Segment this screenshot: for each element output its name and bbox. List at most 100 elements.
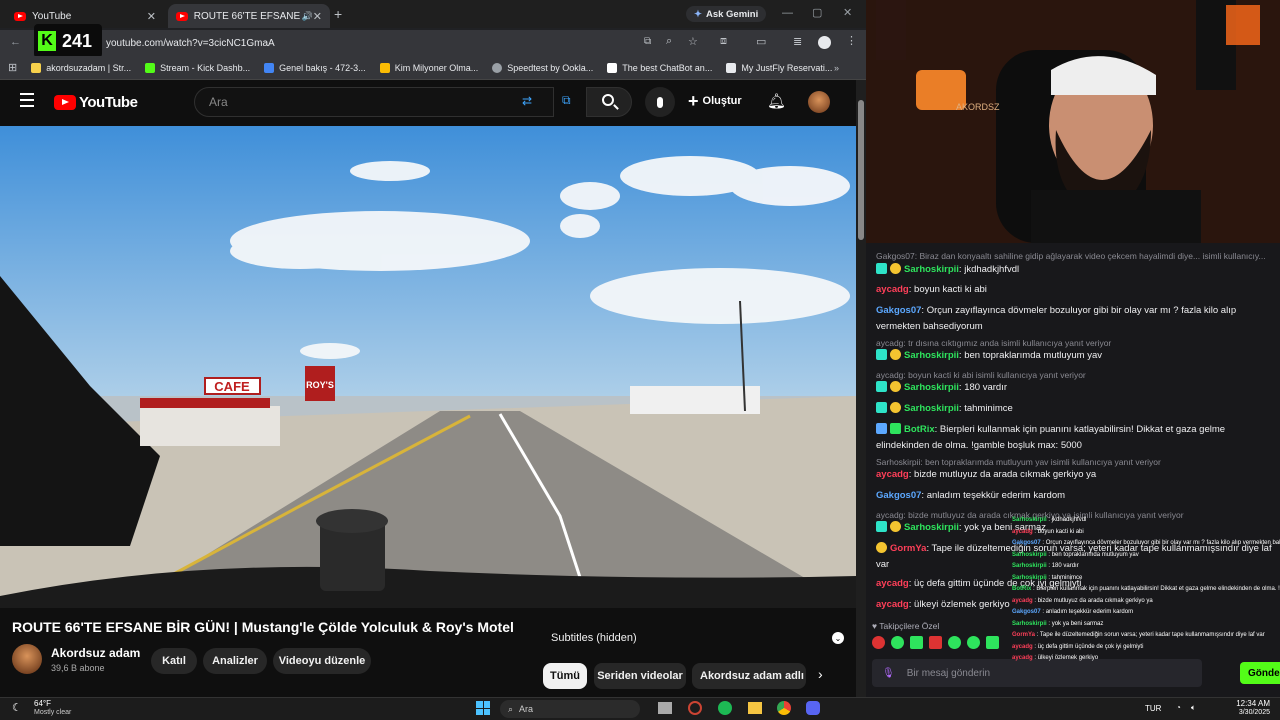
tab-bar: YouTube ✕ ROUTE 66'TE EFSANE BİR G 🔊 ✕ +… bbox=[0, 0, 866, 28]
overlay-chat-text: üç defa gittim üçünde de çok iyi gelmiyt… bbox=[1037, 643, 1144, 650]
analytics-button[interactable]: Analizler bbox=[203, 648, 267, 674]
subtitles-label: Subtitles (hidden) bbox=[551, 632, 637, 644]
scrollbar-thumb[interactable] bbox=[858, 100, 864, 240]
overlay-chat-user: aycadg bbox=[1012, 597, 1033, 604]
volume-icon[interactable]: 🔈︎ bbox=[1191, 703, 1196, 713]
apps-grid-icon[interactable]: ⊞ bbox=[8, 61, 17, 74]
new-tab-icon[interactable]: + bbox=[334, 6, 342, 22]
url-field[interactable]: youtube.com/watch?v=3cicNC1GmaA bbox=[100, 33, 640, 53]
close-window-icon[interactable]: ✕ bbox=[843, 6, 852, 19]
filter-chip-all[interactable]: Tümü bbox=[543, 663, 587, 689]
bookmark-item[interactable]: My JustFly Reservati... bbox=[726, 62, 832, 73]
wifi-icon[interactable]: ◔ bbox=[1176, 703, 1181, 712]
bookmark-label: Speedtest by Ookla... bbox=[507, 62, 594, 73]
filter-chip-channel[interactable]: Akordsuz adam adlı y bbox=[692, 663, 806, 689]
page-scrollbar[interactable] bbox=[856, 80, 866, 697]
account-avatar[interactable] bbox=[808, 91, 830, 113]
more-bookmarks-icon[interactable]: » bbox=[834, 63, 839, 73]
back-icon[interactable]: ← bbox=[10, 36, 21, 48]
overlay-chat-line: aycadg : ülkeyi özlemek gerkiyo bbox=[1012, 653, 1280, 665]
chat-message: Sarhoskirpii: jkdhadkjhfvdl bbox=[876, 262, 1276, 278]
create-button[interactable]: + Oluştur bbox=[688, 92, 742, 110]
webcam-feed: AKORDSZ bbox=[866, 0, 1280, 243]
gemini-icon: ✦ bbox=[694, 8, 702, 20]
extension-icon[interactable]: ⧉ bbox=[562, 93, 571, 108]
chrome-icon[interactable] bbox=[777, 701, 791, 715]
notifications-bell-icon[interactable]: 🔔︎ bbox=[767, 92, 786, 110]
task-view-icon[interactable] bbox=[658, 702, 672, 714]
file-explorer-icon[interactable] bbox=[748, 702, 762, 714]
join-button[interactable]: Katıl bbox=[151, 648, 197, 674]
hamburger-menu-icon[interactable] bbox=[20, 93, 34, 107]
chevron-right-icon[interactable]: › bbox=[818, 666, 823, 682]
viewer-count: 241 bbox=[62, 30, 93, 51]
channel-name[interactable]: Akordsuz adam bbox=[51, 646, 140, 660]
tab-video[interactable]: ROUTE 66'TE EFSANE BİR G 🔊 ✕ bbox=[168, 4, 330, 28]
zoom-icon[interactable]: ⌕ bbox=[666, 35, 672, 48]
overlay-chat-line: Sarhoskirpii : 180 vardır bbox=[1012, 561, 1280, 573]
overlay-chat-text: anladım teşekkür ederim kardom bbox=[1045, 609, 1134, 615]
cafe-sign-text: CAFE bbox=[214, 379, 250, 394]
extensions-icon[interactable]: ⧈ bbox=[720, 35, 727, 48]
profile-avatar[interactable] bbox=[818, 36, 831, 49]
weather-icon[interactable]: ☾ bbox=[12, 701, 22, 714]
start-button-icon[interactable] bbox=[476, 701, 490, 715]
language-indicator[interactable]: TUR bbox=[1145, 704, 1161, 713]
svg-text:AKORDSZ: AKORDSZ bbox=[956, 102, 1000, 112]
video-player[interactable]: CAFE ROY'S bbox=[0, 126, 856, 608]
bookmark-item[interactable]: Stream - Kick Dashb... bbox=[145, 62, 250, 73]
weather-temp[interactable]: 64°F bbox=[34, 699, 51, 708]
taskbar-search[interactable]: ⌕ Ara bbox=[500, 700, 640, 718]
clock-time[interactable]: 12:34 AM bbox=[1230, 699, 1270, 708]
ask-gemini-button[interactable]: ✦ Ask Gemini bbox=[686, 6, 767, 22]
spotify-icon[interactable] bbox=[718, 701, 732, 715]
overlay-chat-text: 180 vardır bbox=[1051, 563, 1079, 569]
channel-avatar[interactable] bbox=[12, 644, 42, 674]
chat-message: Sarhoskirpii: 180 vardır bbox=[876, 380, 1276, 396]
menu-kebab-icon[interactable]: ⋮ bbox=[846, 34, 857, 47]
edit-video-button[interactable]: Videoyu düzenle bbox=[273, 648, 371, 674]
video-frame-image: CAFE ROY'S bbox=[0, 126, 856, 608]
bookmark-star-icon[interactable]: ☆ bbox=[688, 35, 698, 48]
cast-icon[interactable]: ⧉ bbox=[644, 36, 651, 47]
search-input[interactable]: Ara bbox=[194, 87, 554, 117]
bookmark-item[interactable]: The best ChatBot an... bbox=[607, 62, 712, 73]
maximize-icon[interactable]: ▢ bbox=[812, 6, 822, 19]
translate-icon[interactable]: ⇄ bbox=[522, 94, 532, 108]
tab-search-icon[interactable]: ≣ bbox=[793, 35, 802, 48]
create-label: Oluştur bbox=[702, 95, 742, 107]
overlay-chat-line: Sarhoskirpii : yok ya beni sarmaz bbox=[1012, 619, 1280, 631]
voice-search-button[interactable] bbox=[645, 87, 675, 117]
minimize-icon[interactable]: — bbox=[782, 7, 793, 19]
overlay-chat-text: jkdhadkjhfvdl bbox=[1051, 517, 1087, 523]
overlay-chat-line: Sarhoskirpii : ben topraklarımda mutluyu… bbox=[1012, 550, 1280, 562]
chevron-down-icon[interactable]: ⌄ bbox=[832, 632, 844, 644]
microphone-icon[interactable]: 🎙︎ bbox=[882, 668, 895, 679]
subtitles-panel[interactable]: Subtitles (hidden) ⌄ bbox=[544, 625, 844, 651]
overlay-chat-line: GormYa : Tape ile düzeltemediğin sorun v… bbox=[1012, 630, 1280, 642]
emote-bar[interactable] bbox=[872, 636, 1022, 652]
bookmark-item[interactable]: Speedtest by Ookla... bbox=[492, 62, 594, 73]
chat-message: Gakgos07: anladım teşekkür ederim kardom bbox=[876, 490, 1066, 501]
youtube-logo-text: YouTube bbox=[79, 94, 138, 111]
webcam-image: AKORDSZ bbox=[866, 0, 1280, 243]
overlay-chat-line: Gakgos07 : anladım teşekkür ederim kardo… bbox=[1012, 607, 1280, 619]
bookmark-label: Kim Milyoner Olma... bbox=[394, 62, 479, 73]
bookmark-item[interactable]: Kim Milyoner Olma... bbox=[379, 62, 479, 73]
chat-message: Sarhoskirpii: tahminimce bbox=[876, 401, 1276, 417]
speaker-icon[interactable]: 🔊 bbox=[302, 11, 313, 22]
close-tab-icon[interactable]: ✕ bbox=[313, 10, 322, 23]
plus-icon: + bbox=[688, 91, 699, 111]
filter-chip-series[interactable]: Seriden videolar bbox=[594, 663, 686, 689]
close-tab-icon[interactable]: ✕ bbox=[147, 10, 156, 23]
microphone-icon bbox=[657, 96, 663, 108]
overlay-chat-text: ülkeyi özlemek gerkiyo bbox=[1037, 655, 1099, 661]
bookmark-item[interactable]: akordsuzadam | Str... bbox=[31, 62, 131, 73]
bookmark-item[interactable]: Genel bakış - 472-3... bbox=[264, 62, 366, 73]
search-button[interactable] bbox=[586, 87, 632, 117]
video-title: ROUTE 66'TE EFSANE BİR GÜN! | Mustang'le… bbox=[12, 619, 514, 635]
app-icon[interactable] bbox=[688, 701, 702, 715]
youtube-logo[interactable]: YouTube bbox=[54, 94, 138, 111]
discord-icon[interactable] bbox=[806, 701, 820, 715]
split-view-icon[interactable]: ▭ bbox=[756, 35, 766, 48]
